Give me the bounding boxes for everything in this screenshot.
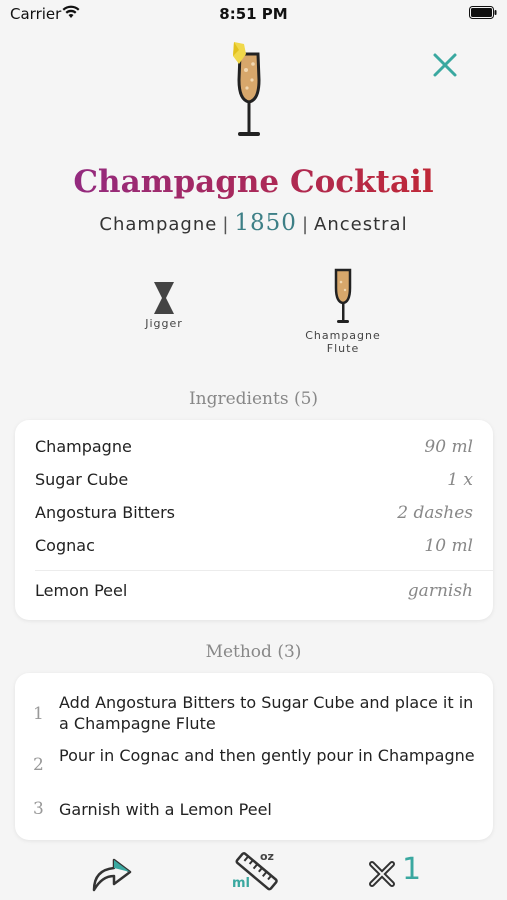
method-heading: Method (3) — [205, 642, 302, 662]
garnish-name: Lemon Peel — [35, 581, 128, 600]
step-number: 2 — [33, 755, 44, 775]
tool-champagne-flute[interactable]: Champagne Flute — [293, 268, 393, 355]
battery-icon — [469, 6, 497, 19]
multiplier-button[interactable]: 1 — [368, 852, 428, 890]
separator: | — [222, 214, 230, 235]
ingredient-name: Cognac — [35, 536, 95, 555]
ingredients-card: Champagne 90 ml Sugar Cube 1 x Angostura… — [15, 420, 493, 620]
unit-imperial-label: oz — [260, 850, 274, 863]
bottom-toolbar: ml oz 1 — [0, 842, 507, 900]
step-number: 1 — [33, 704, 44, 724]
tool-label: Jigger — [145, 317, 183, 330]
garnish-amount: garnish — [407, 581, 473, 601]
divider — [35, 570, 493, 571]
ingredient-name: Sugar Cube — [35, 470, 129, 489]
ingredient-name: Champagne — [35, 437, 132, 456]
step-number: 3 — [33, 799, 44, 819]
champagne-glass-illustration — [233, 42, 261, 136]
share-button[interactable] — [88, 850, 138, 894]
share-arrow-icon — [92, 858, 132, 892]
tool-jigger[interactable]: Jigger — [124, 282, 204, 330]
year-label: 1850 — [234, 210, 297, 236]
drink-subtitle: Champagne | 1850 | Ancestral — [0, 210, 507, 236]
ingredient-amount: 10 ml — [424, 536, 473, 556]
unit-metric-label: ml — [232, 876, 251, 891]
status-bar: Carrier 8:51 PM — [0, 0, 507, 30]
garnish-row[interactable]: Lemon Peel garnish — [35, 581, 473, 605]
drink-title: Champagne Cocktail — [0, 164, 507, 200]
ingredient-row[interactable]: Angostura Bitters 2 dashes — [35, 503, 473, 527]
ingredient-row[interactable]: Cognac 10 ml — [35, 536, 473, 560]
multiply-icon — [369, 861, 395, 887]
step-text: Garnish with a Lemon Peel — [59, 800, 272, 819]
ingredient-row[interactable]: Sugar Cube 1 x — [35, 470, 473, 494]
status-time: 8:51 PM — [219, 5, 288, 23]
method-card: 1 Add Angostura Bitters to Sugar Cube an… — [15, 673, 493, 840]
close-icon — [433, 53, 457, 77]
ingredients-heading: Ingredients (5) — [188, 389, 319, 409]
ingredient-name: Angostura Bitters — [35, 503, 175, 522]
jigger-icon — [154, 282, 174, 314]
ingredient-amount: 2 dashes — [397, 503, 473, 523]
tool-label: Champagne Flute — [305, 329, 381, 355]
ingredient-row[interactable]: Champagne 90 ml — [35, 437, 473, 461]
ingredient-amount: 90 ml — [424, 437, 473, 457]
category-label: Ancestral — [314, 214, 408, 235]
separator: | — [301, 214, 310, 235]
ingredient-amount: 1 x — [447, 470, 473, 490]
step-text: Add Angostura Bitters to Sugar Cube and … — [59, 693, 474, 733]
spirit-label: Champagne — [99, 214, 218, 235]
step-text: Pour in Cognac and then gently pour in C… — [59, 746, 475, 765]
champagne-flute-icon — [334, 268, 352, 323]
multiplier-value: 1 — [402, 852, 422, 887]
close-button[interactable] — [430, 50, 460, 80]
